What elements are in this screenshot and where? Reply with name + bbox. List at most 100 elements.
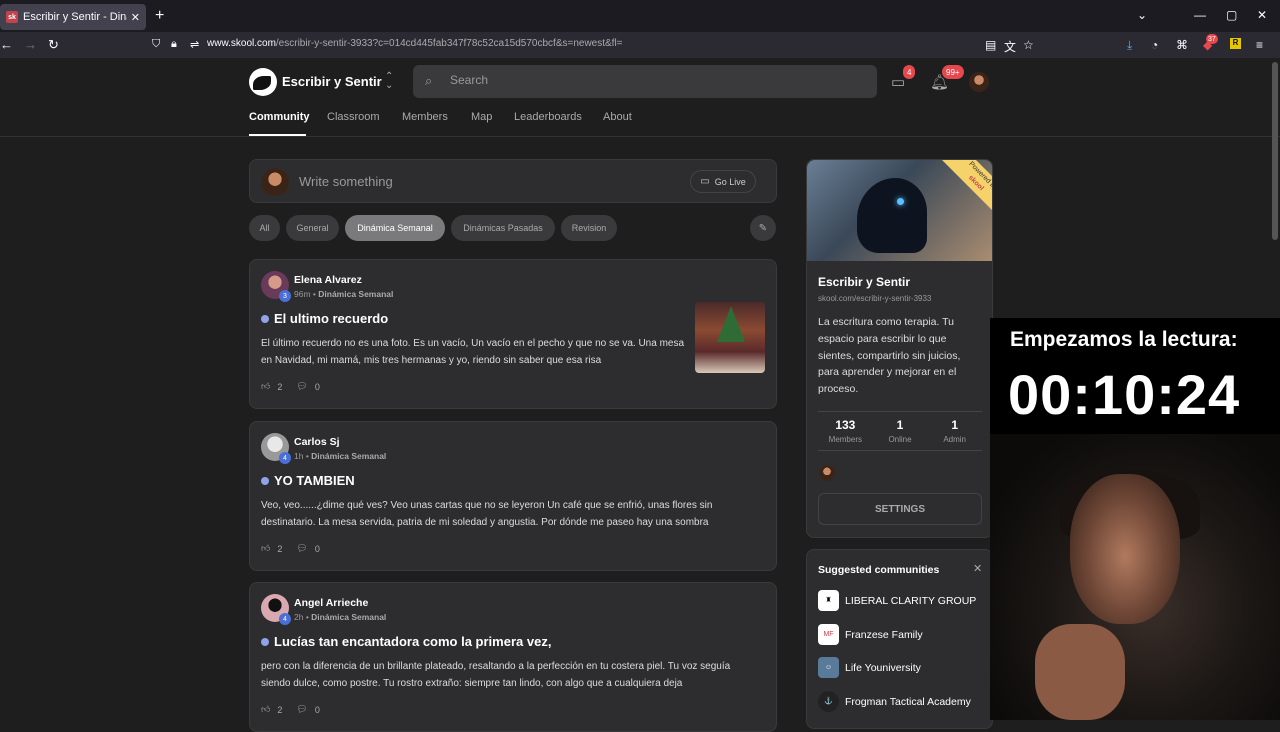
user-avatar[interactable] — [969, 72, 989, 92]
stat-admin[interactable]: 1 Admin — [927, 412, 982, 450]
address-bar[interactable]: www.skool.com/escribir-y-sentir-3933?c=0… — [207, 38, 623, 49]
search-icon: ⌕ — [425, 73, 433, 88]
search-box[interactable]: ⌕ — [413, 65, 877, 98]
member-avatar[interactable] — [819, 465, 835, 481]
tab-leaderboards[interactable]: Leaderboards — [514, 111, 582, 123]
post-card[interactable]: 4 Angel Arrieche 2h • Dinámica Semanal L… — [249, 582, 777, 732]
filter-dinamica-semanal[interactable]: Dinámica Semanal — [345, 215, 445, 241]
community-cover-image: Powered by skool — [807, 160, 992, 261]
community-logo-icon: ♜ — [818, 590, 839, 611]
reload-icon[interactable]: ↻ — [48, 37, 59, 53]
post-meta: 1h • Dinámica Semanal — [294, 451, 387, 461]
downloads-icon[interactable]: ⤓ — [1127, 38, 1132, 53]
post-title[interactable]: Lucías tan encantadora como la primera v… — [261, 634, 551, 649]
suggested-communities: Suggested communities ✕ ♜ LIBERAL CLARITY… — [806, 549, 993, 729]
post-body: Veo, veo......¿dime qué ves? Veo unas ca… — [261, 500, 713, 528]
active-tab-indicator — [249, 134, 306, 136]
like-icon[interactable]: 👍︎ — [261, 704, 270, 715]
comment-icon[interactable]: 💬︎ — [296, 704, 307, 715]
close-window-icon[interactable]: ✕ — [1257, 8, 1267, 22]
maximize-icon[interactable]: ▢ — [1226, 8, 1237, 22]
video-camera-icon: ▭ — [700, 176, 710, 187]
filter-all[interactable]: All — [249, 215, 280, 241]
post-card[interactable]: 4 Carlos Sj 1h • Dinámica Semanal YO TAM… — [249, 421, 777, 571]
tab-classroom[interactable]: Classroom — [327, 111, 380, 123]
suggested-item[interactable]: ☺ Life Youniversity — [818, 657, 921, 678]
new-tab-icon[interactable]: + — [155, 7, 164, 25]
community-name[interactable]: Escribir y Sentir — [282, 74, 382, 89]
suggested-item[interactable]: MF Franzese Family — [818, 624, 923, 645]
powered-by-ribbon[interactable]: Powered by skool — [938, 160, 992, 221]
bookmark-star-icon[interactable]: ☆ — [1023, 38, 1034, 52]
notifications-badge: 99+ — [942, 65, 964, 79]
filter-general[interactable]: General — [286, 215, 339, 241]
post-thumbnail[interactable] — [695, 302, 765, 373]
back-icon[interactable]: ← — [0, 37, 13, 52]
raven-illustration — [857, 178, 927, 253]
filter-revision[interactable]: Revision — [561, 215, 617, 241]
list-tabs-icon[interactable]: ⌄ — [1137, 8, 1147, 22]
post-title[interactable]: El ultimo recuerdo — [261, 311, 388, 326]
settings-button[interactable]: SETTINGS — [818, 493, 982, 525]
like-count: 2 — [277, 543, 283, 554]
extension-badge: 37 — [1206, 34, 1218, 44]
close-tab-icon[interactable]: ✕ — [131, 11, 140, 24]
community-logo[interactable] — [249, 68, 277, 96]
pin-icon[interactable]: ✎ — [750, 215, 776, 241]
search-input[interactable] — [450, 73, 850, 87]
webcam-hand — [1035, 624, 1125, 720]
post-composer[interactable]: Write something ▭ Go Live — [249, 159, 777, 203]
tab-map[interactable]: Map — [471, 111, 492, 123]
tab-community[interactable]: Community — [249, 111, 310, 123]
composer-avatar — [261, 168, 289, 196]
lock-icon: 🔒︎ — [171, 38, 177, 50]
browser-tab[interactable]: sk Escribir y Sentir - Dinámica Sem ✕ — [0, 4, 146, 30]
suggested-item[interactable]: ⚓ Frogman Tactical Academy — [818, 691, 971, 712]
post-meta: 96m • Dinámica Semanal — [294, 289, 394, 299]
webcam-face — [1070, 474, 1180, 624]
minimize-icon[interactable]: — — [1194, 8, 1206, 22]
translate-icon[interactable]: 文 — [1004, 38, 1016, 55]
menu-icon[interactable]: ≡ — [1256, 38, 1263, 52]
comment-icon[interactable]: 💬︎ — [296, 381, 307, 392]
clock-extension-icon[interactable]: ◔ — [1151, 38, 1158, 52]
scrollbar[interactable] — [1272, 62, 1278, 240]
overlay-heading: Empezamos la lectura: — [1010, 328, 1238, 351]
level-badge: 4 — [279, 452, 291, 464]
post-author[interactable]: Elena Alvarez — [294, 274, 362, 286]
tab-about[interactable]: About — [603, 111, 632, 123]
reader-view-icon[interactable]: ▤ — [985, 38, 996, 52]
forward-icon[interactable]: → — [24, 37, 37, 52]
sidebar-community-url: skool.com/escribir-y-sentir-3933 — [818, 294, 932, 303]
post-author[interactable]: Angel Arrieche — [294, 597, 368, 609]
post-card[interactable]: 3 Elena Alvarez 96m • Dinámica Semanal E… — [249, 259, 777, 409]
composer-placeholder[interactable]: Write something — [299, 174, 393, 189]
post-title[interactable]: YO TAMBIEN — [261, 473, 355, 488]
extensions-icon[interactable]: ⌘ — [1176, 38, 1188, 52]
tab-members[interactable]: Members — [402, 111, 448, 123]
comment-count: 0 — [314, 381, 320, 392]
post-body: pero con la diferencia de un brillante p… — [261, 661, 731, 689]
stat-members[interactable]: 133 Members — [818, 412, 873, 450]
comment-icon[interactable]: 💬︎ — [296, 543, 307, 554]
r-extension-icon[interactable]: R — [1230, 38, 1241, 49]
post-author[interactable]: Carlos Sj — [294, 436, 340, 448]
filter-dinamicas-pasadas[interactable]: Dinámicas Pasadas — [451, 215, 555, 241]
community-card: Powered by skool Escribir y Sentir skool.… — [806, 159, 993, 538]
like-icon[interactable]: 👍︎ — [261, 543, 270, 554]
close-icon[interactable]: ✕ — [973, 562, 982, 575]
comment-count: 0 — [314, 704, 320, 715]
post-meta: 2h • Dinámica Semanal — [294, 612, 387, 622]
community-logo-icon: ⚓ — [818, 691, 839, 712]
community-switcher-icon[interactable]: ⌃ ⌄ — [385, 72, 393, 91]
shield-icon[interactable]: ⛉ — [152, 38, 160, 51]
community-logo-icon: ☺ — [818, 657, 839, 678]
post-actions: 👍︎ 2 💬︎ 0 — [261, 543, 327, 554]
suggested-item[interactable]: ♜ LIBERAL CLARITY GROUP — [818, 590, 976, 611]
permissions-icon[interactable]: ⇌ — [190, 38, 199, 51]
like-icon[interactable]: 👍︎ — [261, 381, 270, 392]
community-stats: 133 Members 1 Online 1 Admin — [818, 411, 982, 451]
stat-online[interactable]: 1 Online — [873, 412, 928, 450]
go-live-button[interactable]: ▭ Go Live — [690, 170, 756, 193]
post-actions: 👍︎ 2 💬︎ 0 — [261, 381, 327, 392]
